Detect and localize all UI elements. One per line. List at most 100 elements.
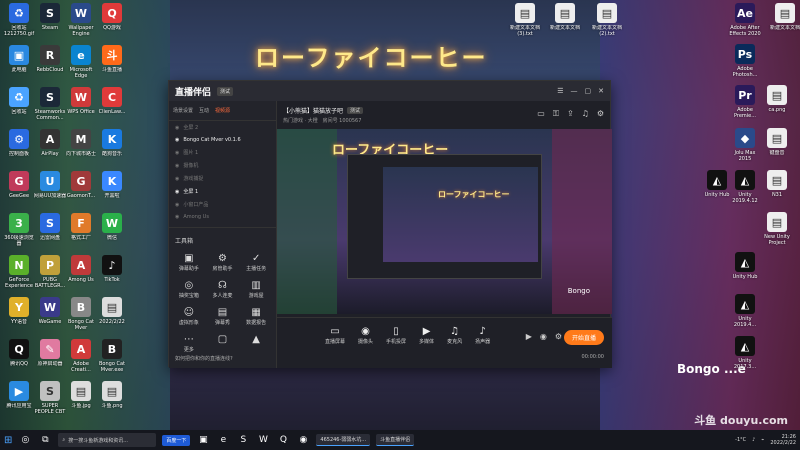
desktop-icon[interactable]: K 酷狗音乐 — [95, 129, 129, 163]
source-tab[interactable]: 视频源 — [215, 107, 230, 114]
desktop-icon[interactable]: P PUBG BATTLEGR... — [33, 255, 67, 289]
lock-icon[interactable]: ⚿ — [553, 109, 559, 119]
source-item[interactable]: ◉ 游戏捕捉 — [169, 172, 276, 185]
desktop-icon[interactable]: ▤ 2022/2/22 — [95, 297, 129, 331]
desktop-icon[interactable]: ▤ N31 — [760, 170, 794, 204]
minimize-icon[interactable]: — — [571, 87, 578, 95]
capture-tool-button[interactable]: ▶ 多媒体 — [419, 326, 434, 345]
source-item[interactable]: ◉ 摄像机 — [169, 159, 276, 172]
desktop-icon[interactable]: W 微信 — [95, 213, 129, 247]
capture-tool-button[interactable]: ♪ 扬声器 — [475, 326, 490, 345]
desktop-icon[interactable]: ▤ 斗鱼.png — [95, 381, 129, 415]
desktop-icon[interactable]: ▣ 此电脑 — [2, 45, 36, 79]
maximize-icon[interactable]: ▢ — [585, 87, 592, 95]
edge-icon[interactable]: e — [216, 435, 230, 445]
desktop-icon[interactable]: ◭ Unity Hub — [728, 252, 762, 286]
desktop-icon[interactable]: ♪ TikTok — [95, 255, 129, 289]
desktop-icon[interactable]: S Steamworks Common... — [33, 87, 67, 121]
file-explorer-icon[interactable]: ▣ — [196, 435, 210, 445]
settings-icon[interactable]: ⚙ — [597, 109, 604, 119]
toolbox-item[interactable]: ▲ — [240, 334, 272, 353]
streaming-app-window[interactable]: 直播伴侣 测试 ☰ — ▢ ✕ 场景设置 互动 视频源 ◉ 全屏 2 ◉ Bongo Ca… — [168, 80, 612, 368]
capture-tool-button[interactable]: ▯ 手机投屏 — [386, 326, 406, 345]
desktop-icon[interactable]: N GeForce Experience — [2, 255, 36, 289]
desktop-icon[interactable]: A Among Us — [64, 255, 98, 289]
taskbar-task-douyu[interactable]: 斗鱼直播伴侣 — [376, 434, 415, 446]
desktop-icon[interactable]: B Bongo Cat Mver — [64, 297, 98, 331]
desktop-icon[interactable]: C ClienLaw... — [95, 87, 129, 121]
desktop-icon[interactable]: A AirPlay — [33, 129, 67, 163]
eye-icon[interactable]: ◉ — [540, 332, 547, 341]
desktop-icon[interactable]: R RebbCloud — [33, 45, 67, 79]
source-tab[interactable]: 互动 — [199, 107, 209, 114]
desktop-icon[interactable]: ▤ 键盘音 — [760, 128, 794, 162]
toolbox-item[interactable]: ▤ 弹幕秀 — [207, 307, 239, 326]
desktop-icon[interactable]: W WPS Office — [64, 87, 98, 121]
visibility-eye-icon[interactable]: ◉ — [175, 125, 179, 131]
bell-icon[interactable]: ♫ — [582, 109, 589, 119]
desktop-icon[interactable]: ◭ Unity 2019.4... — [728, 294, 762, 328]
desktop-icon[interactable]: ▤ ca.png — [760, 85, 794, 119]
source-item[interactable]: ◉ Among Us — [169, 211, 276, 223]
desktop-icon[interactable]: B Bongo Cat Mver.exe — [95, 339, 129, 373]
desktop-icon[interactable]: M 向下城市路士 — [64, 129, 98, 163]
toolbox-item[interactable]: ⋯ 更多 — [173, 334, 205, 353]
notice-icon[interactable]: ▭ — [537, 109, 545, 119]
toolbox-item[interactable]: ▦ 数据报告 — [240, 307, 272, 326]
task-switcher-icon[interactable]: ⧉ — [38, 435, 52, 445]
desktop-icon[interactable]: F 格式工厂 — [64, 213, 98, 247]
desktop-icon[interactable]: ✎ 原神启动器 — [33, 339, 67, 373]
desktop-icon[interactable]: G GaomonT... — [64, 171, 98, 205]
wechat-icon[interactable]: W — [256, 435, 270, 445]
desktop-icon[interactable]: Pr Adobe Premie... — [728, 85, 762, 119]
desktop-icon[interactable]: 斗斗鱼直播 — [95, 45, 129, 79]
desktop-icon[interactable]: ▤ 新建文本文档 — [548, 3, 582, 37]
desktop-icon[interactable]: ◭ Unity 2017.3... — [728, 336, 762, 370]
source-tab[interactable]: 场景设置 — [173, 107, 193, 114]
toolbox-item[interactable]: ▥ 游戏屋 — [240, 280, 272, 299]
desktop-icon[interactable]: ♻ 回收站 — [2, 87, 36, 121]
close-icon[interactable]: ✕ — [598, 87, 604, 95]
desktop-icon[interactable]: 3 360极速浏览器 — [2, 213, 36, 247]
desktop-icon[interactable]: S Steam — [33, 3, 67, 37]
steam-icon[interactable]: S — [236, 435, 250, 445]
help-hint-link[interactable]: 如何把你和你的直播连线? — [175, 355, 233, 362]
desktop-icon[interactable]: K 开黑啦 — [95, 171, 129, 205]
stream-preview[interactable]: ローファイコーヒー ローファイコーヒー Bongo — [277, 129, 612, 314]
desktop-icon[interactable]: G GeeGee — [2, 171, 36, 205]
toolbox-item[interactable]: ✓ 主播任务 — [240, 253, 272, 272]
desktop-icon[interactable]: ◆ Jolu Max 2015 — [728, 128, 762, 162]
windows-start-icon[interactable]: ⊞ — [4, 435, 12, 446]
source-item[interactable]: ◉ Bongo Cat Mver v0.1.6 — [169, 134, 276, 146]
taskbar-task-folder[interactable]: 465246-弱弱水坑... — [316, 434, 371, 446]
toolbox-item[interactable]: ☊ 多人连麦 — [207, 280, 239, 299]
source-item[interactable]: ◉ 全屏 1 — [169, 185, 276, 198]
desktop-icon[interactable]: ▤ 新建文本文档 (3).txt — [508, 3, 542, 37]
source-item[interactable]: ◉ 小窗口产品 — [169, 198, 276, 211]
desktop-icon[interactable]: Y YY语音 — [2, 297, 36, 331]
camera-icon[interactable]: ▶ — [526, 332, 532, 341]
app-titlebar[interactable]: 直播伴侣 测试 ☰ — ▢ ✕ — [169, 81, 610, 101]
start-stream-button[interactable]: 开始直播 — [563, 330, 604, 345]
visibility-eye-icon[interactable]: ◉ — [175, 150, 179, 156]
desktop-icon[interactable]: S SUPER PEOPLE CBT — [33, 381, 67, 415]
room-category[interactable]: 热门游戏 · 大橙 — [283, 118, 318, 124]
share-icon[interactable]: ⇪ — [567, 109, 574, 119]
toolbox-item[interactable]: ▣ 弹幕助手 — [173, 253, 205, 272]
desktop-icon[interactable]: Q 腾讯QQ — [2, 339, 36, 373]
toolbox-item[interactable]: ☺ 虚拟形象 — [173, 307, 205, 326]
desktop-icon[interactable]: ▤ 新建文本文档 — [768, 3, 800, 37]
desktop-icon[interactable]: ▶ 腾讯应用宝 — [2, 381, 36, 415]
desktop-icon[interactable]: ⚙ 控制面板 — [2, 129, 36, 163]
visibility-eye-icon[interactable]: ◉ — [175, 137, 179, 143]
taskbar-clock[interactable]: 21:26 2022/2/22 — [770, 434, 796, 446]
toolbox-item[interactable]: ◎ 抽奖宝箱 — [173, 280, 205, 299]
source-item[interactable]: ◉ 图片 1 — [169, 146, 276, 159]
desktop-icon[interactable]: Q QQ游戏 — [95, 3, 129, 37]
desktop-icon[interactable]: W Wallpaper Engine — [64, 3, 98, 37]
visibility-eye-icon[interactable]: ◉ — [175, 163, 179, 169]
capture-tool-button[interactable]: ◉ 摄像头 — [358, 326, 373, 345]
visibility-eye-icon[interactable]: ◉ — [175, 214, 179, 220]
menu-icon[interactable]: ☰ — [557, 87, 563, 95]
search-button[interactable]: 百度一下 — [162, 434, 191, 446]
